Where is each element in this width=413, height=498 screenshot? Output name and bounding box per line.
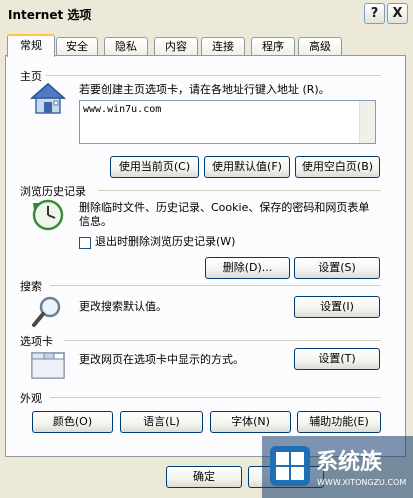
close-button[interactable]: X xyxy=(387,3,408,24)
site-watermark: 系统族 WWW.XITONGZU.COM xyxy=(262,436,413,498)
search-divider xyxy=(50,285,381,286)
colors-button[interactable]: 颜色(O) xyxy=(32,411,113,433)
use-default-button[interactable]: 使用默认值(F) xyxy=(204,156,290,178)
delete-history-button[interactable]: 删除(D)... xyxy=(205,257,290,279)
magnifier-icon xyxy=(30,294,66,330)
search-description: 更改搜索默认值。 xyxy=(79,300,167,313)
delete-on-exit-label: 退出时删除浏览历史记录(W) xyxy=(95,235,236,248)
use-current-button[interactable]: 使用当前页(C) xyxy=(110,156,199,178)
history-divider xyxy=(98,190,381,191)
fonts-button[interactable]: 字体(N) xyxy=(210,411,291,433)
watermark-brand: 系统族 xyxy=(316,450,383,475)
ok-button[interactable]: 确定 xyxy=(166,466,242,488)
languages-button[interactable]: 语言(L) xyxy=(120,411,203,433)
home-icon xyxy=(30,82,66,116)
help-button[interactable]: ? xyxy=(364,3,385,24)
accessibility-button[interactable]: 辅助功能(E) xyxy=(297,411,381,433)
home-url-value: www.win7u.com xyxy=(83,104,162,115)
history-settings-button[interactable]: 设置(S) xyxy=(294,257,380,279)
delete-on-exit-checkbox[interactable] xyxy=(79,237,91,249)
tabs-settings-button[interactable]: 设置(T) xyxy=(294,348,380,370)
appearance-section-label: 外观 xyxy=(20,390,46,406)
tabs-window-icon xyxy=(30,350,66,380)
tab-security[interactable]: 安全 xyxy=(56,37,98,56)
home-url-scrollbar[interactable] xyxy=(359,101,375,143)
tab-programs[interactable]: 程序 xyxy=(251,37,295,56)
search-section-label: 搜索 xyxy=(20,278,46,294)
history-clock-icon xyxy=(30,197,66,233)
history-description: 删除临时文件、历史记录、Cookie、保存的密码和网页表单信息。 xyxy=(79,201,370,228)
appearance-divider xyxy=(50,397,381,398)
search-settings-button[interactable]: 设置(I) xyxy=(294,296,380,318)
tab-connections[interactable]: 连接 xyxy=(201,37,245,56)
tabs-divider xyxy=(64,340,381,341)
home-divider xyxy=(46,75,381,76)
tab-privacy[interactable]: 隐私 xyxy=(104,37,148,56)
watermark-url: WWW.XITONGZU.COM xyxy=(317,478,407,487)
tab-general[interactable]: 常规 xyxy=(7,34,55,57)
home-url-input[interactable]: www.win7u.com xyxy=(79,100,376,144)
use-blank-button[interactable]: 使用空白页(B) xyxy=(295,156,380,178)
home-description: 若要创建主页选项卡，请在各地址行键入地址 (R)。 xyxy=(79,83,330,96)
tab-advanced[interactable]: 高级 xyxy=(298,37,342,56)
window-title: Internet 选项 xyxy=(8,8,92,22)
title-bar: Internet 选项 ? X xyxy=(0,0,413,28)
tabs-section-label: 选项卡 xyxy=(20,333,57,349)
tab-content[interactable]: 内容 xyxy=(154,37,198,56)
tabs-description: 更改网页在选项卡中显示的方式。 xyxy=(79,353,244,366)
